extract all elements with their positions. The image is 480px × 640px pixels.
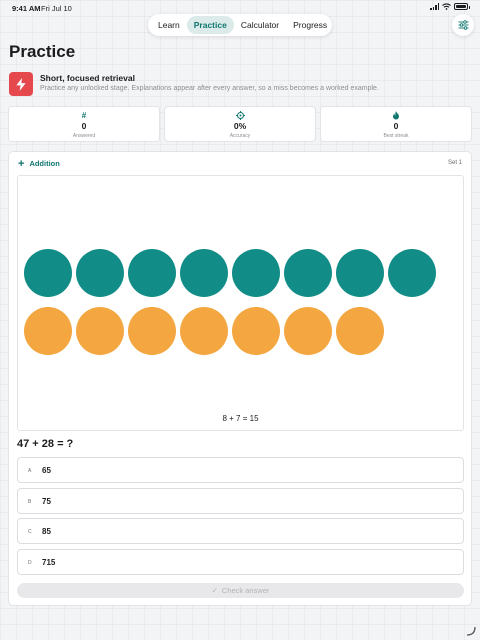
stat-label: Accuracy — [229, 133, 251, 139]
counter-dot — [336, 249, 384, 297]
counter-dot — [336, 307, 384, 355]
stat-answered: # 0 Answered — [8, 106, 160, 142]
option-value: 85 — [42, 527, 51, 536]
stat-best-streak: 0 Best streak — [320, 106, 472, 142]
option-letter: C — [28, 529, 32, 535]
stat-label: Answered — [72, 133, 96, 139]
hash-icon: # — [81, 110, 87, 120]
counter-dot — [180, 307, 228, 355]
set-label: Set 1 — [447, 160, 462, 166]
page-title: Practice — [9, 42, 76, 61]
settings-button[interactable] — [452, 14, 474, 36]
visual-equation: 8 + 7 = 15 — [222, 414, 259, 423]
top-tab-bar: Learn Practice Calculator Progress — [148, 14, 332, 36]
status-date: Fri Jul 10 — [41, 4, 72, 13]
check-answer-button[interactable]: ✓ Check answer — [17, 583, 464, 598]
topic-button[interactable]: + Addition — [18, 157, 60, 170]
intro-description: Practice any unlocked stage. Explanation… — [40, 85, 379, 92]
battery-icon — [454, 3, 470, 10]
counter-dot — [232, 307, 280, 355]
tab-calculator[interactable]: Calculator — [234, 16, 286, 34]
dot-row-bottom — [24, 307, 384, 355]
counter-dot — [24, 249, 72, 297]
answer-option-d[interactable]: D 715 — [17, 549, 464, 575]
tab-practice[interactable]: Practice — [186, 16, 234, 34]
counter-dot — [180, 249, 228, 297]
question-text: 47 + 28 = ? — [17, 438, 74, 450]
stat-label: Best streak — [383, 133, 409, 139]
option-value: 715 — [42, 558, 56, 567]
option-value: 65 — [42, 466, 51, 475]
flame-icon — [392, 111, 400, 120]
stat-value: 0 — [393, 121, 399, 131]
counter-dot — [24, 307, 72, 355]
sliders-icon — [458, 20, 468, 30]
answer-option-c[interactable]: C 85 — [17, 518, 464, 544]
intro-title: Short, focused retrieval — [40, 73, 135, 83]
option-value: 75 — [42, 497, 51, 506]
counter-dot — [76, 307, 124, 355]
counter-dot — [388, 249, 436, 297]
status-time: 9:41 AM — [12, 4, 41, 13]
counter-dot — [284, 249, 332, 297]
plus-icon: + — [18, 157, 25, 170]
counter-dot — [76, 249, 124, 297]
option-letter: D — [28, 560, 32, 566]
target-icon — [235, 111, 245, 120]
counter-dot — [128, 307, 176, 355]
tab-progress[interactable]: Progress — [286, 16, 334, 34]
counting-visual: 8 + 7 = 15 — [17, 175, 464, 431]
dot-row-top — [24, 249, 436, 297]
counter-dot — [128, 249, 176, 297]
answer-option-b[interactable]: B 75 — [17, 488, 464, 514]
stats-row: # 0 Answered 0% Accuracy 0 Best streak — [8, 106, 472, 142]
cellular-signal-icon — [430, 3, 439, 10]
stat-value: 0 — [81, 121, 87, 131]
stat-accuracy: 0% Accuracy — [164, 106, 316, 142]
bolt-badge — [9, 72, 33, 96]
practice-card: + Addition Set 1 8 + 7 = 15 47 + 28 = ? … — [8, 151, 472, 606]
check-answer-label: Check answer — [221, 586, 270, 595]
counter-dot — [232, 249, 280, 297]
option-letter: B — [28, 499, 32, 505]
intro-section: Short, focused retrieval Practice any un… — [9, 72, 471, 98]
option-letter: A — [28, 468, 32, 474]
lightning-bolt-icon — [16, 77, 26, 91]
stat-value: 0% — [233, 121, 247, 131]
resize-handle-icon[interactable] — [466, 626, 476, 636]
status-icons — [430, 3, 470, 10]
answer-option-a[interactable]: A 65 — [17, 457, 464, 483]
tab-learn[interactable]: Learn — [151, 16, 187, 34]
wifi-icon — [442, 3, 451, 10]
checkmark-icon: ✓ — [211, 586, 218, 595]
topic-label: Addition — [29, 159, 60, 168]
counter-dot — [284, 307, 332, 355]
